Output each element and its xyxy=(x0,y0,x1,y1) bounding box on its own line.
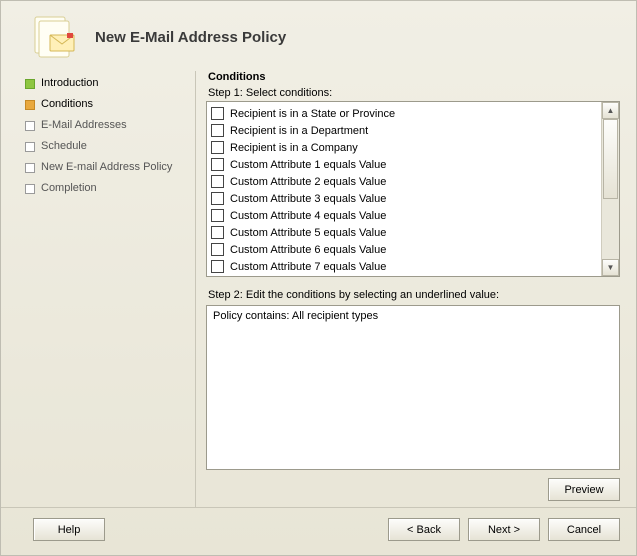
step-bullet-pending-icon xyxy=(25,142,35,152)
scroll-up-button[interactable]: ▲ xyxy=(602,102,619,119)
condition-row[interactable]: Custom Attribute 1 equals Value xyxy=(211,156,597,173)
scroll-thumb[interactable] xyxy=(603,119,618,199)
checkbox[interactable] xyxy=(211,158,224,171)
wizard-window: New E-Mail Address Policy Introduction C… xyxy=(0,0,637,556)
checkbox[interactable] xyxy=(211,107,224,120)
sidebar-step-conditions: Conditions xyxy=(25,94,185,115)
back-button[interactable]: < Back xyxy=(388,518,460,541)
scroll-down-button[interactable]: ▼ xyxy=(602,259,619,276)
checkbox[interactable] xyxy=(211,192,224,205)
condition-text: Custom Attribute 4 equals Value xyxy=(230,210,386,222)
condition-row[interactable]: Custom Attribute 4 equals Value xyxy=(211,207,597,224)
checkbox[interactable] xyxy=(211,243,224,256)
checkbox[interactable] xyxy=(211,226,224,239)
condition-row[interactable]: Custom Attribute 3 equals Value xyxy=(211,190,597,207)
conditions-listbox[interactable]: Recipient is in a State or Province Reci… xyxy=(206,101,620,277)
sidebar-step-introduction: Introduction xyxy=(25,73,185,94)
sidebar-step-completion: Completion xyxy=(25,178,185,199)
help-button[interactable]: Help xyxy=(33,518,105,541)
page-title: New E-Mail Address Policy xyxy=(95,29,286,46)
checkbox[interactable] xyxy=(211,175,224,188)
edit-text: Policy contains: All recipient types xyxy=(213,310,378,322)
sidebar-step-label: Introduction xyxy=(41,77,98,90)
condition-row[interactable]: Recipient is in a Department xyxy=(211,122,597,139)
wizard-steps-sidebar: Introduction Conditions E-Mail Addresses… xyxy=(25,71,185,507)
footer: Help < Back Next > Cancel xyxy=(1,507,636,555)
scroll-track[interactable] xyxy=(602,119,619,259)
step1-label: Step 1: Select conditions: xyxy=(206,85,620,101)
scrollbar[interactable]: ▲ ▼ xyxy=(601,102,619,276)
condition-row[interactable]: Custom Attribute 6 equals Value xyxy=(211,241,597,258)
content-pane: Conditions Step 1: Select conditions: Re… xyxy=(206,71,620,507)
condition-row[interactable]: Custom Attribute 7 equals Value xyxy=(211,258,597,275)
condition-row[interactable]: Custom Attribute 2 equals Value xyxy=(211,173,597,190)
condition-text: Custom Attribute 7 equals Value xyxy=(230,261,386,273)
checkbox[interactable] xyxy=(211,124,224,137)
condition-row[interactable]: Custom Attribute 5 equals Value xyxy=(211,224,597,241)
checkbox[interactable] xyxy=(211,141,224,154)
checkbox[interactable] xyxy=(211,260,224,273)
condition-text: Custom Attribute 2 equals Value xyxy=(230,176,386,188)
vertical-divider xyxy=(195,71,196,507)
condition-text: Recipient is in a Company xyxy=(230,142,358,154)
header: New E-Mail Address Policy xyxy=(1,1,636,67)
sidebar-step-label: Conditions xyxy=(41,98,93,111)
sidebar-step-schedule: Schedule xyxy=(25,136,185,157)
step-bullet-done-icon xyxy=(25,79,35,89)
step-bullet-pending-icon xyxy=(25,163,35,173)
cancel-button[interactable]: Cancel xyxy=(548,518,620,541)
sidebar-step-email-addresses: E-Mail Addresses xyxy=(25,115,185,136)
sidebar-step-label: E-Mail Addresses xyxy=(41,119,127,132)
condition-row[interactable]: Recipient is in a State or Province xyxy=(211,105,597,122)
preview-button[interactable]: Preview xyxy=(548,478,620,501)
chevron-down-icon: ▼ xyxy=(607,264,615,272)
next-button[interactable]: Next > xyxy=(468,518,540,541)
condition-text: Custom Attribute 1 equals Value xyxy=(230,159,386,171)
sidebar-step-label: Schedule xyxy=(41,140,87,153)
condition-text: Custom Attribute 3 equals Value xyxy=(230,193,386,205)
condition-text: Custom Attribute 5 equals Value xyxy=(230,227,386,239)
step-bullet-pending-icon xyxy=(25,121,35,131)
chevron-up-icon: ▲ xyxy=(607,107,615,115)
step2-label: Step 2: Edit the conditions by selecting… xyxy=(206,287,620,303)
content-heading: Conditions xyxy=(206,71,620,85)
condition-text: Recipient is in a State or Province xyxy=(230,108,395,120)
condition-text: Recipient is in a Department xyxy=(230,125,368,137)
preview-row: Preview xyxy=(206,470,620,507)
sidebar-step-new-policy: New E-mail Address Policy xyxy=(25,157,185,178)
conditions-list-inner: Recipient is in a State or Province Reci… xyxy=(207,102,601,276)
sidebar-step-label: New E-mail Address Policy xyxy=(41,161,172,174)
mail-policy-icon xyxy=(31,13,79,61)
condition-text: Custom Attribute 6 equals Value xyxy=(230,244,386,256)
condition-row[interactable]: Recipient is in a Company xyxy=(211,139,597,156)
checkbox[interactable] xyxy=(211,209,224,222)
body: Introduction Conditions E-Mail Addresses… xyxy=(1,67,636,507)
step-bullet-pending-icon xyxy=(25,184,35,194)
sidebar-step-label: Completion xyxy=(41,182,97,195)
conditions-edit-area[interactable]: Policy contains: All recipient types xyxy=(206,305,620,470)
step-bullet-current-icon xyxy=(25,100,35,110)
